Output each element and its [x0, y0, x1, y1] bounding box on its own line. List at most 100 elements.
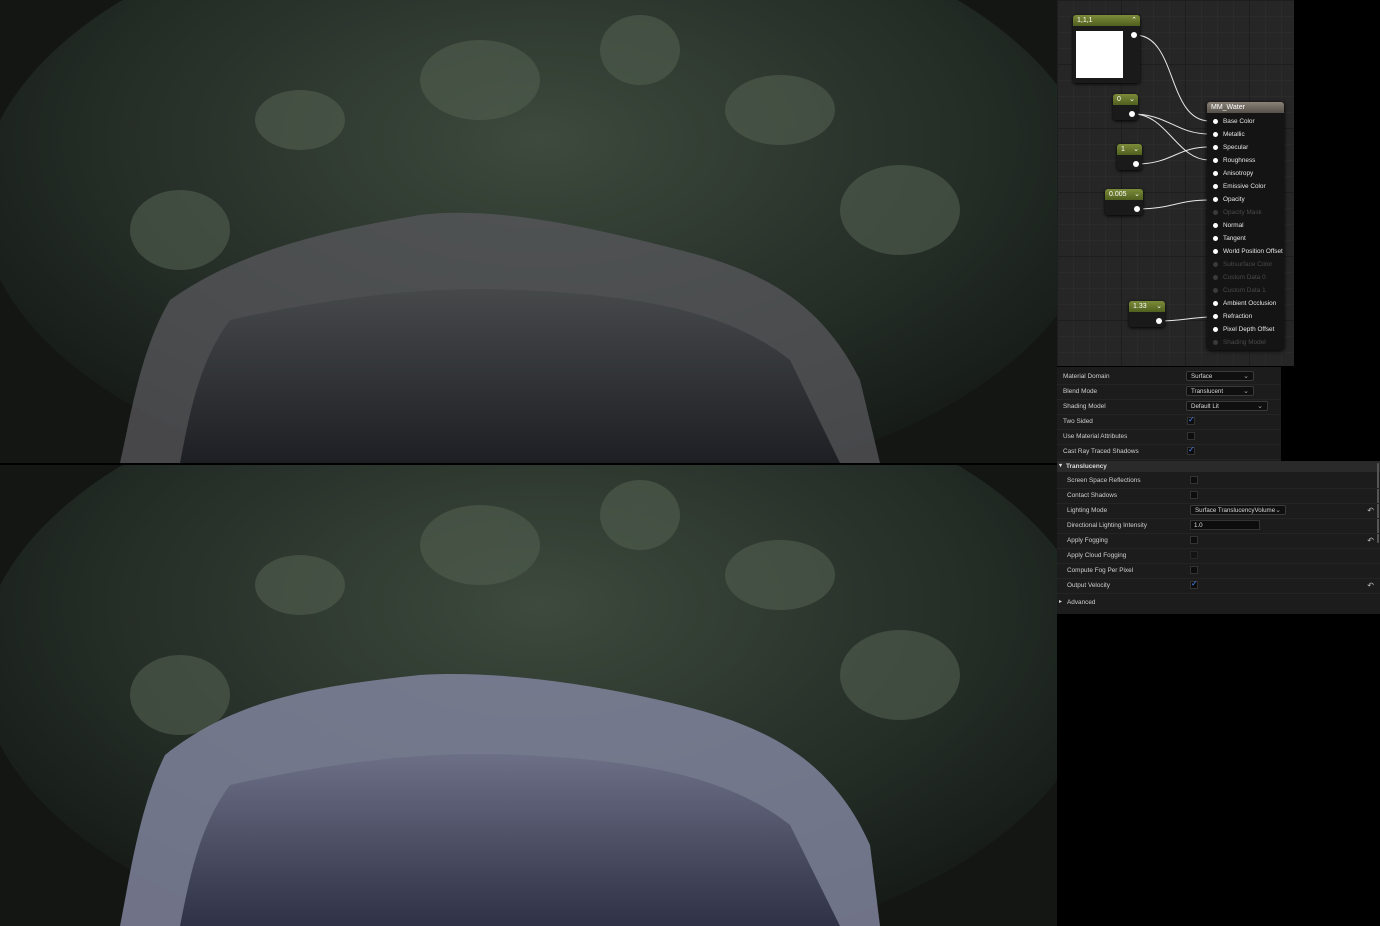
contact-shadows-checkbox[interactable]: [1190, 491, 1198, 499]
viewport-top[interactable]: [0, 0, 1057, 463]
blend-mode-row: Blend Mode Translucent ⌄: [1057, 384, 1281, 400]
cast-ray-traced-shadows-checkbox[interactable]: [1187, 445, 1195, 455]
input-anisotropy[interactable]: Anisotropy: [1207, 167, 1253, 180]
color-swatch: [1076, 31, 1123, 78]
contact-shadows-label: Contact Shadows: [1067, 492, 1118, 499]
advanced-row[interactable]: ▸ Advanced: [1057, 595, 1380, 610]
two-sided-label: Two Sided: [1063, 418, 1093, 425]
viewport-bottom[interactable]: [0, 465, 1057, 926]
constant-node-opacity[interactable]: 0.005 ⌄: [1105, 189, 1143, 215]
chevron-up-icon[interactable]: ⌃: [1131, 15, 1137, 26]
input-tangent[interactable]: Tangent: [1207, 232, 1246, 245]
input-pixel-depth-offset[interactable]: Pixel Depth Offset: [1207, 323, 1274, 336]
dropdown-value: Default Lit: [1191, 403, 1219, 410]
two-sided-checkbox[interactable]: [1187, 415, 1195, 425]
input-label: Custom Data 0: [1223, 274, 1266, 281]
apply-fogging-label: Apply Fogging: [1067, 537, 1108, 544]
chevron-down-icon: ⌄: [1275, 507, 1281, 514]
input-pin[interactable]: [1213, 197, 1218, 202]
compute-fog-per-pixel-label: Compute Fog Per Pixel: [1067, 567, 1134, 574]
reset-arrow-icon[interactable]: ↶: [1367, 533, 1374, 548]
input-metallic[interactable]: Metallic: [1207, 128, 1245, 141]
use-material-attributes-label: Use Material Attributes: [1063, 433, 1128, 440]
input-custom-data-1: Custom Data 1: [1207, 284, 1266, 297]
reset-arrow-icon[interactable]: ↶: [1367, 578, 1374, 593]
expand-triangle-icon: ▸: [1059, 599, 1063, 605]
directional-lighting-intensity-input[interactable]: 1.0: [1190, 520, 1260, 530]
two-sided-row: Two Sided: [1057, 414, 1281, 430]
input-pin: [1213, 275, 1218, 280]
chevron-down-icon: ⌄: [1243, 373, 1249, 380]
material-output-node[interactable]: MM_Water Base Color Metallic Specular Ro…: [1207, 102, 1284, 350]
reset-arrow-icon[interactable]: ↶: [1367, 503, 1374, 518]
screen-space-reflections-checkbox[interactable]: [1190, 476, 1198, 484]
input-pin[interactable]: [1213, 223, 1218, 228]
input-base-color[interactable]: Base Color: [1207, 115, 1255, 128]
input-pin[interactable]: [1213, 158, 1218, 163]
input-label: Refraction: [1223, 313, 1253, 320]
input-pin[interactable]: [1213, 184, 1218, 189]
constant-header: 1.33 ⌄: [1129, 301, 1165, 312]
constant-node-refraction[interactable]: 1.33 ⌄: [1129, 301, 1165, 327]
input-label: Opacity Mask: [1223, 209, 1262, 216]
input-specular[interactable]: Specular: [1207, 141, 1248, 154]
output-pin[interactable]: [1131, 32, 1137, 38]
constant-node-metallic[interactable]: 0 ⌄: [1113, 94, 1138, 120]
input-pin[interactable]: [1213, 236, 1218, 241]
input-label: Shading Model: [1223, 339, 1266, 346]
dropdown-value: Translucent: [1191, 388, 1224, 395]
material-node-title: MM_Water: [1207, 102, 1284, 113]
constant-value: 1,1,1: [1077, 17, 1093, 24]
blend-mode-dropdown[interactable]: Translucent ⌄: [1186, 386, 1254, 396]
chevron-down-icon[interactable]: ⌄: [1156, 301, 1162, 312]
output-pin[interactable]: [1134, 206, 1140, 212]
apply-cloud-fogging-checkbox[interactable]: [1190, 551, 1198, 559]
apply-fogging-checkbox[interactable]: [1190, 536, 1198, 544]
chevron-down-icon[interactable]: ⌄: [1129, 94, 1135, 105]
output-velocity-label: Output Velocity: [1067, 582, 1110, 589]
input-pin[interactable]: [1213, 119, 1218, 124]
input-pin: [1213, 340, 1218, 345]
input-pin: [1213, 210, 1218, 215]
contact-shadows-row: Contact Shadows: [1057, 488, 1380, 504]
input-normal[interactable]: Normal: [1207, 219, 1244, 232]
input-roughness[interactable]: Roughness: [1207, 154, 1255, 167]
output-velocity-checkbox[interactable]: [1190, 579, 1198, 589]
screen-space-reflections-label: Screen Space Reflections: [1067, 477, 1141, 484]
translucency-header[interactable]: ▾ Translucency: [1057, 461, 1380, 472]
constant-header: 1 ⌄: [1117, 144, 1142, 155]
input-refraction[interactable]: Refraction: [1207, 310, 1252, 323]
shading-model-dropdown[interactable]: Default Lit ⌄: [1186, 401, 1268, 411]
use-material-attributes-checkbox[interactable]: [1187, 432, 1195, 440]
screen-space-reflections-row: Screen Space Reflections: [1057, 473, 1380, 489]
input-world-position-offset[interactable]: World Position Offset: [1207, 245, 1283, 258]
input-pin[interactable]: [1213, 301, 1218, 306]
blend-mode-label: Blend Mode: [1063, 388, 1098, 395]
constant-node-roughness[interactable]: 1 ⌄: [1117, 144, 1142, 170]
input-pin: [1213, 262, 1218, 267]
input-opacity[interactable]: Opacity: [1207, 193, 1245, 206]
constant-value: 1.33: [1133, 303, 1147, 310]
input-pin[interactable]: [1213, 145, 1218, 150]
input-pin[interactable]: [1213, 327, 1218, 332]
input-emissive-color[interactable]: Emissive Color: [1207, 180, 1266, 193]
output-pin[interactable]: [1129, 111, 1135, 117]
chevron-down-icon[interactable]: ⌄: [1133, 144, 1139, 155]
input-pin[interactable]: [1213, 171, 1218, 176]
cast-ray-traced-shadows-label: Cast Ray Traced Shadows: [1063, 448, 1139, 455]
input-ambient-occlusion[interactable]: Ambient Occlusion: [1207, 297, 1276, 310]
material-domain-dropdown[interactable]: Surface ⌄: [1186, 371, 1254, 381]
material-graph[interactable]: 1,1,1 ⌃ 0 ⌄ 1 ⌄ 0.005 ⌄ 1.33 ⌄ MM_Water …: [1057, 0, 1294, 366]
output-pin[interactable]: [1133, 161, 1139, 167]
output-pin[interactable]: [1156, 318, 1162, 324]
chevron-down-icon[interactable]: ⌄: [1134, 189, 1140, 200]
input-label: World Position Offset: [1223, 248, 1283, 255]
directional-lighting-intensity-label: Directional Lighting Intensity: [1067, 522, 1147, 529]
lighting-mode-dropdown[interactable]: Surface TranslucencyVolume ⌄: [1190, 505, 1286, 515]
constant-value: 0.005: [1109, 191, 1127, 198]
compute-fog-per-pixel-checkbox[interactable]: [1190, 566, 1198, 574]
constant-node-base-color[interactable]: 1,1,1 ⌃: [1073, 15, 1140, 83]
input-pin[interactable]: [1213, 314, 1218, 319]
input-pin[interactable]: [1213, 132, 1218, 137]
input-pin[interactable]: [1213, 249, 1218, 254]
